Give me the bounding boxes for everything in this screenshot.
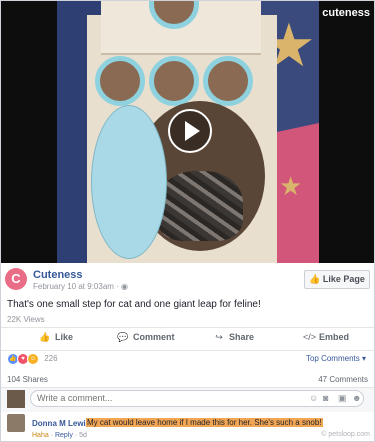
like-page-label: Like Page xyxy=(322,274,365,284)
haha-reaction-icon: ☺ xyxy=(27,353,39,365)
reply-link[interactable]: Reply xyxy=(55,432,73,439)
reaction-count: 226 xyxy=(44,354,58,364)
porthole xyxy=(203,56,253,106)
code-icon: </> xyxy=(303,332,317,342)
embed-button[interactable]: </> Embed xyxy=(303,332,349,342)
share-arrow-icon: ↪ xyxy=(215,332,223,342)
brand-watermark: cuteness xyxy=(322,7,370,19)
rocket-door xyxy=(91,105,167,259)
like-label: Like xyxy=(55,332,74,342)
page-name-link[interactable]: Cuteness xyxy=(33,269,83,281)
sticker-icon[interactable]: ☻ xyxy=(352,393,361,403)
commenter-name[interactable]: Donna M Lewis xyxy=(32,419,90,428)
share-button[interactable]: ↪ Share xyxy=(213,332,254,343)
site-watermark: © petsloop.com xyxy=(321,431,370,438)
post-header: C Cuteness February 10 at 9:03am · ◉ 👍 L… xyxy=(1,263,374,293)
top-comments-dropdown[interactable]: Top Comments ▾ xyxy=(306,354,366,363)
reaction-summary[interactable]: 👍 ♥ ☺ 226 xyxy=(7,353,58,365)
post-text: That's one small step for cat and one gi… xyxy=(7,299,261,310)
porthole xyxy=(149,56,199,106)
post-date[interactable]: February 10 at 9:03am · ◉ xyxy=(33,282,128,291)
like-page-button[interactable]: 👍 Like Page xyxy=(304,270,370,289)
share-label: Share xyxy=(229,332,255,342)
speech-bubble-icon: 💬 xyxy=(117,332,129,342)
page-avatar[interactable]: C xyxy=(5,268,27,290)
camera-icon[interactable]: ◙ xyxy=(323,393,328,403)
video-player[interactable]: ★ ★ ★ cuteness xyxy=(1,1,374,263)
comment-item: Donna M Lewis My cat would leave home if… xyxy=(1,411,374,441)
comment-label: Comment xyxy=(133,332,175,342)
haha-reaction[interactable]: Haha xyxy=(32,432,49,439)
user-avatar xyxy=(7,390,25,408)
embed-label: Embed xyxy=(319,332,350,342)
porthole xyxy=(95,56,145,106)
comment-composer: ☺ ◙ ▣ ☻ xyxy=(1,387,374,412)
commenter-avatar[interactable] xyxy=(7,414,25,432)
comments-link[interactable]: 47 Comments xyxy=(318,375,368,384)
comment-meta: Haha · Reply · 5d xyxy=(32,432,87,439)
emoji-icon[interactable]: ☺ xyxy=(309,393,318,403)
action-bar: 👍 Like 💬 Comment ↪ Share </> Embed xyxy=(1,327,374,351)
view-count: 22K Views xyxy=(7,315,45,324)
star-icon: ★ xyxy=(279,171,303,201)
play-button[interactable] xyxy=(168,109,212,153)
like-button[interactable]: 👍 Like xyxy=(39,332,73,343)
comment-time: 5d xyxy=(79,432,87,439)
comment-button[interactable]: 💬 Comment xyxy=(117,332,175,343)
shares-link[interactable]: 104 Shares xyxy=(7,375,48,384)
thumbs-up-icon: 👍 xyxy=(39,332,51,342)
comment-text: My cat would leave home if I made this f… xyxy=(86,418,323,427)
post-timestamp[interactable]: February 10 at 9:03am xyxy=(33,282,114,291)
globe-icon: ◉ xyxy=(121,282,129,291)
cat xyxy=(157,171,243,241)
gif-icon[interactable]: ▣ xyxy=(338,393,347,404)
thumbs-up-icon: 👍 xyxy=(309,274,321,284)
facebook-post: ★ ★ ★ cuteness C Cuteness February 10 at… xyxy=(0,0,375,442)
